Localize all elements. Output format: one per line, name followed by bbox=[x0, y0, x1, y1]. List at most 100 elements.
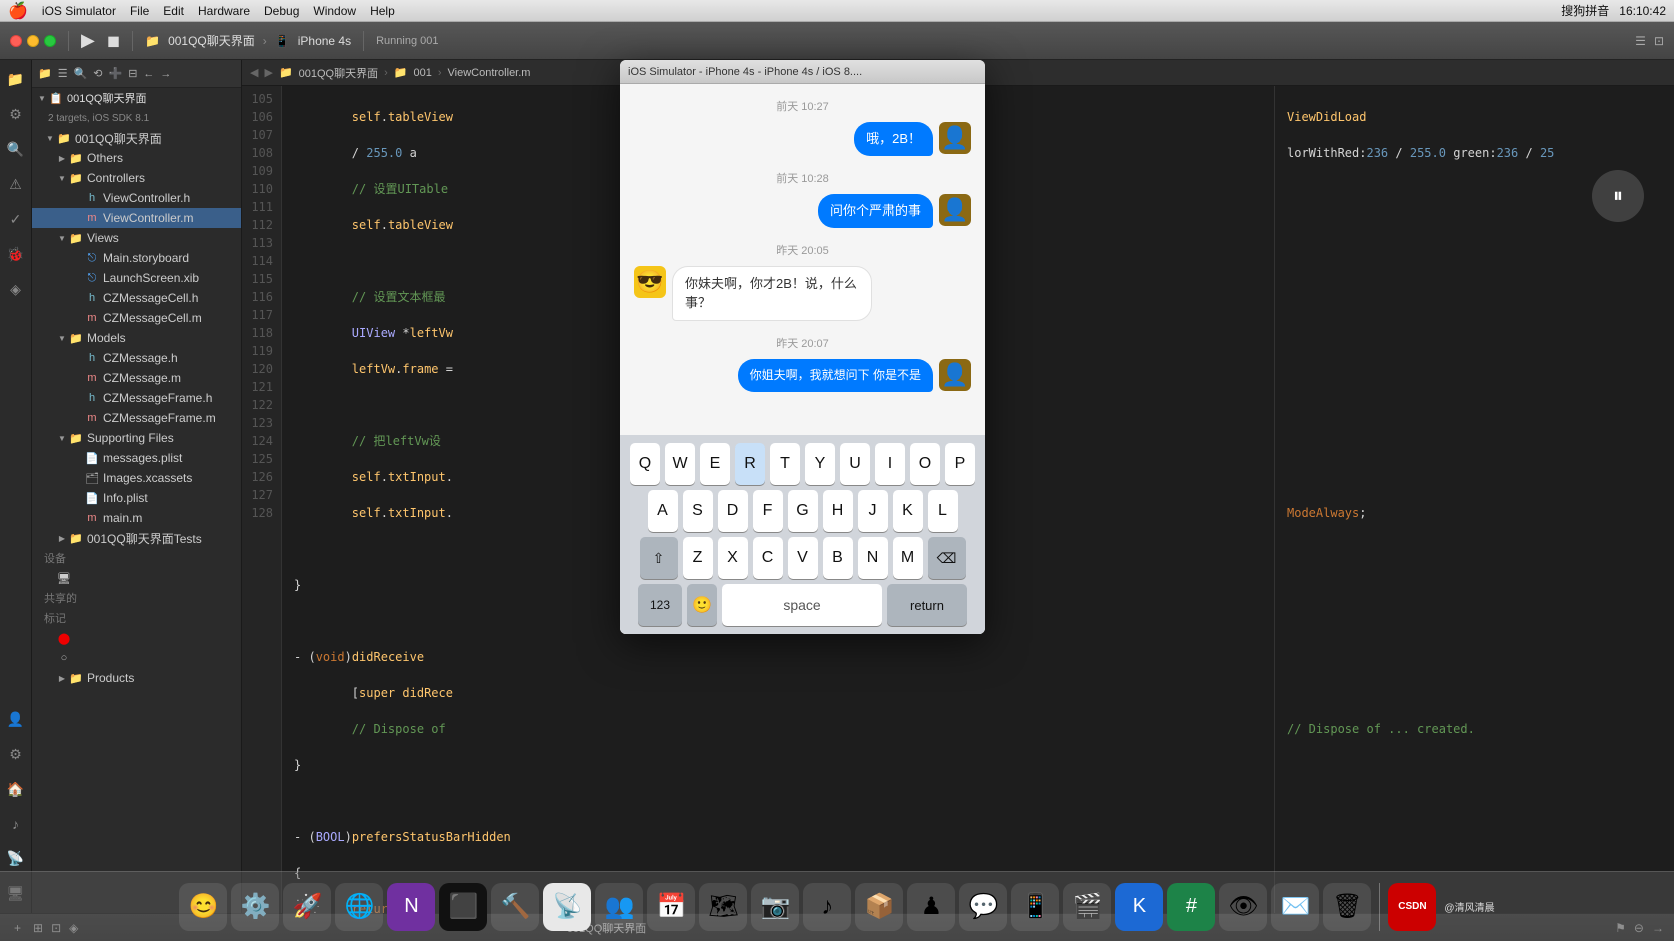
tree-item-views[interactable]: ▼ 📁 Views bbox=[32, 228, 241, 248]
tree-item-main-m[interactable]: m main.m bbox=[32, 508, 241, 528]
nav-share-icon[interactable]: 🏠 bbox=[4, 778, 27, 801]
tree-item-bookmark-dot[interactable]: ⬤ bbox=[32, 628, 241, 648]
key-l[interactable]: L bbox=[928, 490, 958, 532]
key-numbers[interactable]: 123 bbox=[638, 584, 682, 626]
tree-item-models[interactable]: ▼ 📁 Models bbox=[32, 328, 241, 348]
dock-item-preview[interactable]: 👁 bbox=[1219, 883, 1267, 931]
menu-hardware[interactable]: Hardware bbox=[198, 4, 250, 18]
tree-item-czmessagecell-m[interactable]: m CZMessageCell.m bbox=[32, 308, 241, 328]
menu-window[interactable]: Window bbox=[313, 4, 356, 18]
tree-item-viewcontroller-h[interactable]: h ViewController.h bbox=[32, 188, 241, 208]
key-space[interactable]: space bbox=[722, 584, 882, 626]
dock-item-music[interactable]: ♪ bbox=[803, 883, 851, 931]
key-c[interactable]: C bbox=[753, 537, 783, 579]
key-n[interactable]: N bbox=[858, 537, 888, 579]
key-k[interactable]: K bbox=[893, 490, 923, 532]
key-z[interactable]: Z bbox=[683, 537, 713, 579]
menu-file[interactable]: File bbox=[130, 4, 149, 18]
key-p[interactable]: P bbox=[945, 443, 975, 485]
key-y[interactable]: Y bbox=[805, 443, 835, 485]
nav-test-icon[interactable]: ✓ bbox=[7, 208, 25, 231]
dock-item-settings[interactable]: ⚙️ bbox=[231, 883, 279, 931]
dock-item-safari[interactable]: 🌐 bbox=[335, 883, 383, 931]
tree-item-supporting-files[interactable]: ▼ 📁 Supporting Files bbox=[32, 428, 241, 448]
dock-item-numbers[interactable]: # bbox=[1167, 883, 1215, 931]
dock-item-iphone[interactable]: 📱 bbox=[1011, 883, 1059, 931]
key-q[interactable]: Q bbox=[630, 443, 660, 485]
ft-folder-icon[interactable]: 📁 bbox=[38, 67, 52, 80]
tree-item-czmessagecell-h[interactable]: h CZMessageCell.h bbox=[32, 288, 241, 308]
nav-breakpoint-icon[interactable]: ◈ bbox=[7, 278, 24, 301]
nav-source-icon[interactable]: ⚙ bbox=[6, 103, 25, 126]
nav-settings-icon[interactable]: ⚙ bbox=[6, 743, 25, 766]
tree-item-info-plist[interactable]: 📄 Info.plist bbox=[32, 488, 241, 508]
key-m[interactable]: M bbox=[893, 537, 923, 579]
dock-item-photo[interactable]: 📷 bbox=[751, 883, 799, 931]
dock-item-onenote[interactable]: N bbox=[387, 883, 435, 931]
tree-item-czmessageframe-h[interactable]: h CZMessageFrame.h bbox=[32, 388, 241, 408]
nav-file-icon[interactable]: 📁 bbox=[4, 68, 27, 91]
breadcrumb-folder[interactable]: 001 bbox=[413, 67, 431, 79]
key-r[interactable]: R bbox=[735, 443, 765, 485]
ft-minus-icon[interactable]: ⊟ bbox=[128, 67, 137, 80]
close-button[interactable] bbox=[10, 35, 22, 47]
nav-debug-icon[interactable]: 🐞 bbox=[4, 243, 27, 266]
layout-toggle[interactable]: ⊡ bbox=[1654, 34, 1664, 48]
dock-item-trash[interactable]: 🗑 bbox=[1323, 883, 1371, 931]
key-emoji[interactable]: 🙂 bbox=[687, 584, 717, 626]
tree-item-products[interactable]: ▶ 📁 Products bbox=[32, 668, 241, 688]
dock-item-maps[interactable]: 🗺 bbox=[699, 883, 747, 931]
key-g[interactable]: G bbox=[788, 490, 818, 532]
key-b[interactable]: B bbox=[823, 537, 853, 579]
key-o[interactable]: O bbox=[910, 443, 940, 485]
stop-button[interactable]: ◼ bbox=[107, 31, 120, 51]
ft-back-icon[interactable]: ← bbox=[143, 68, 154, 80]
nav-warning-icon[interactable]: ⚠ bbox=[6, 173, 25, 196]
tree-item-group-main[interactable]: ▼ 📁 001QQ聊天界面 bbox=[32, 128, 241, 148]
dock-item-keynote[interactable]: K bbox=[1115, 883, 1163, 931]
dock-item-csdn[interactable]: CSDN bbox=[1388, 883, 1436, 931]
tree-item-tests[interactable]: ▶ 📁 001QQ聊天界面Tests bbox=[32, 528, 241, 548]
tree-item-device-item[interactable]: 🖥 bbox=[32, 568, 241, 588]
tree-item-others[interactable]: ▶ 📁 Others bbox=[32, 148, 241, 168]
dock-item-xcode[interactable]: 🔨 bbox=[491, 883, 539, 931]
dock-item-contacts[interactable]: 👥 bbox=[595, 883, 643, 931]
dock-item-appstore[interactable]: 📦 bbox=[855, 883, 903, 931]
key-a[interactable]: A bbox=[648, 490, 678, 532]
nav-music-icon[interactable]: ♪ bbox=[9, 813, 22, 835]
dock-item-chess[interactable]: ♟ bbox=[907, 883, 955, 931]
key-d[interactable]: D bbox=[718, 490, 748, 532]
tree-item-czmessageframe-m[interactable]: m CZMessageFrame.m bbox=[32, 408, 241, 428]
menu-ios-simulator[interactable]: iOS Simulator bbox=[42, 4, 116, 18]
key-shift[interactable]: ⇧ bbox=[640, 537, 678, 579]
key-w[interactable]: W bbox=[665, 443, 695, 485]
nav-git-icon[interactable]: 👤 bbox=[4, 708, 27, 731]
key-x[interactable]: X bbox=[718, 537, 748, 579]
dock-item-mail[interactable]: ✉️ bbox=[1271, 883, 1319, 931]
ft-hierarchy-icon[interactable]: ☰ bbox=[58, 67, 68, 80]
dock-item-movie[interactable]: 🎬 bbox=[1063, 883, 1111, 931]
nav-network-icon[interactable]: 📡 bbox=[4, 847, 27, 870]
view-toggle[interactable]: ☰ bbox=[1635, 34, 1646, 48]
dock-item-finder[interactable]: 😊 bbox=[179, 883, 227, 931]
tree-item-project[interactable]: ▼ 📋 001QQ聊天界面 bbox=[32, 88, 241, 108]
key-e[interactable]: E bbox=[700, 443, 730, 485]
key-v[interactable]: V bbox=[788, 537, 818, 579]
tree-item-main-storyboard[interactable]: ⎋ Main.storyboard bbox=[32, 248, 241, 268]
pause-button[interactable]: ⏸ bbox=[1592, 170, 1644, 222]
tree-item-launch-xib[interactable]: ⎋ LaunchScreen.xib bbox=[32, 268, 241, 288]
minimize-button[interactable] bbox=[27, 35, 39, 47]
tree-item-images-xcassets[interactable]: 🗂 Images.xcassets bbox=[32, 468, 241, 488]
key-h[interactable]: H bbox=[823, 490, 853, 532]
dock-item-filezilla[interactable]: 📡 bbox=[543, 883, 591, 931]
ft-filter-icon[interactable]: ⟲ bbox=[93, 67, 102, 80]
run-button[interactable]: ▶ bbox=[81, 30, 95, 51]
dock-item-terminal[interactable]: ⬛ bbox=[439, 883, 487, 931]
breadcrumb-file[interactable]: ViewController.m bbox=[448, 67, 531, 79]
dock-item-calendar[interactable]: 📅 bbox=[647, 883, 695, 931]
key-s[interactable]: S bbox=[683, 490, 713, 532]
key-i[interactable]: I bbox=[875, 443, 905, 485]
tree-item-czmessage-h[interactable]: h CZMessage.h bbox=[32, 348, 241, 368]
tree-item-messages-plist[interactable]: 📄 messages.plist bbox=[32, 448, 241, 468]
menu-debug[interactable]: Debug bbox=[264, 4, 299, 18]
